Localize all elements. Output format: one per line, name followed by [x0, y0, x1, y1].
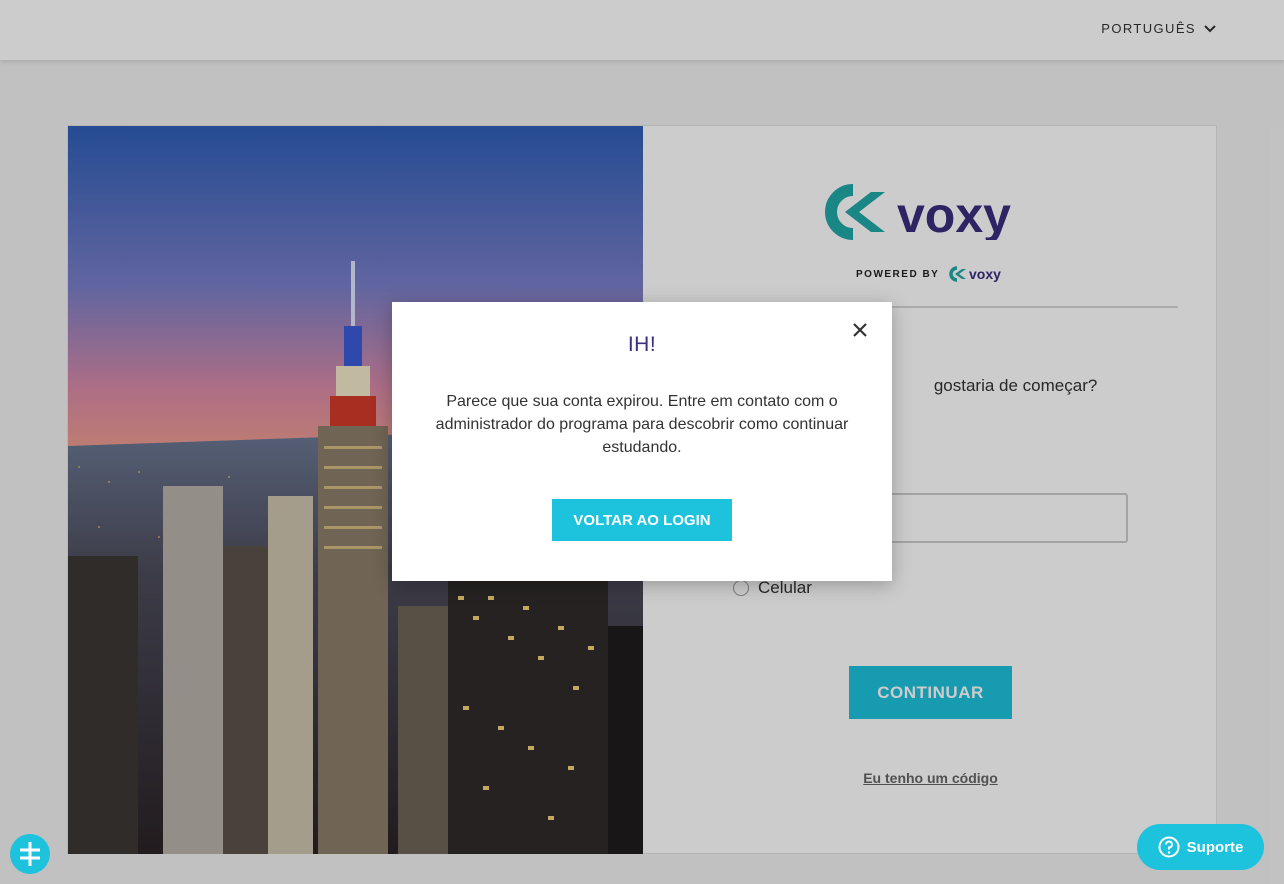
support-label: Suporte	[1186, 838, 1244, 856]
modal-message: Parece que sua conta expirou. Entre em c…	[435, 393, 849, 456]
support-button[interactable]: Suporte	[1137, 824, 1264, 870]
help-icon	[1158, 836, 1180, 858]
expired-account-modal: IH! Parece que sua conta expirou. Entre …	[392, 302, 892, 581]
modal-title: IH!	[627, 333, 657, 356]
close-icon[interactable]	[852, 322, 868, 338]
chat-bubble-icon[interactable]	[10, 834, 50, 874]
back-to-login-button[interactable]: VOLTAR AO LOGIN	[552, 499, 732, 541]
